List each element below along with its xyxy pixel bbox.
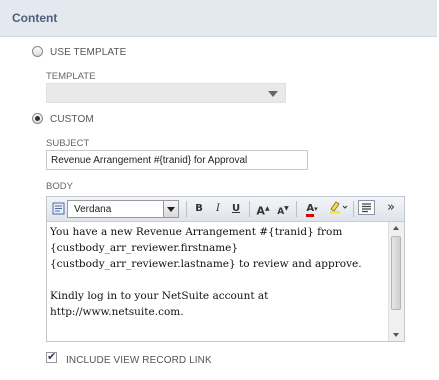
highlight-color-icon[interactable] xyxy=(327,200,349,217)
toolbar-divider xyxy=(296,201,297,217)
font-color-button[interactable]: A▾ xyxy=(302,200,322,217)
use-template-label: USE TEMPLATE xyxy=(50,47,127,58)
content-section-header[interactable]: Content xyxy=(0,0,437,37)
chevron-down-icon[interactable] xyxy=(163,201,178,217)
custom-label: CUSTOM xyxy=(50,114,94,125)
scroll-thumb[interactable] xyxy=(391,236,401,310)
scroll-up-icon[interactable] xyxy=(389,222,404,234)
toolbar-divider xyxy=(353,201,354,217)
body-label: BODY xyxy=(46,181,73,192)
toolbar-divider xyxy=(249,201,250,217)
section-title: Content xyxy=(12,11,58,25)
italic-button[interactable]: I xyxy=(212,200,224,217)
source-view-icon[interactable] xyxy=(358,200,375,215)
font-family-value: Verdana xyxy=(74,204,112,215)
template-insert-icon[interactable] xyxy=(51,200,65,217)
include-link-checkbox[interactable] xyxy=(46,350,57,363)
underline-button[interactable]: U xyxy=(230,200,242,217)
toolbar-divider xyxy=(186,201,187,217)
editor-toolbar: Verdana B I U A▲ A▼ A▾ » xyxy=(47,197,404,222)
more-tools-button[interactable]: » xyxy=(384,200,398,217)
scroll-down-icon[interactable] xyxy=(389,329,404,341)
font-color-label: A xyxy=(306,203,315,217)
decrease-font-button[interactable]: A▼ xyxy=(275,200,291,217)
rich-text-editor[interactable]: Verdana B I U A▲ A▼ A▾ » You have a new … xyxy=(46,196,405,342)
template-label: TEMPLATE xyxy=(46,71,96,82)
editor-scrollbar[interactable] xyxy=(388,222,404,341)
include-link-label: INCLUDE VIEW RECORD LINK xyxy=(66,355,212,366)
body-textarea[interactable]: You have a new Revenue Arrangement #{tra… xyxy=(50,224,388,320)
custom-radio[interactable] xyxy=(32,113,43,124)
bold-button[interactable]: B xyxy=(193,200,205,217)
subject-input[interactable] xyxy=(46,150,308,170)
subject-label: SUBJECT xyxy=(46,138,90,149)
increase-font-button[interactable]: A▲ xyxy=(255,200,271,218)
use-template-radio[interactable] xyxy=(32,46,43,57)
increase-font-label: A xyxy=(256,204,265,218)
template-select[interactable] xyxy=(46,83,286,103)
chevron-down-icon[interactable] xyxy=(268,91,278,97)
font-family-select[interactable]: Verdana xyxy=(67,200,179,218)
